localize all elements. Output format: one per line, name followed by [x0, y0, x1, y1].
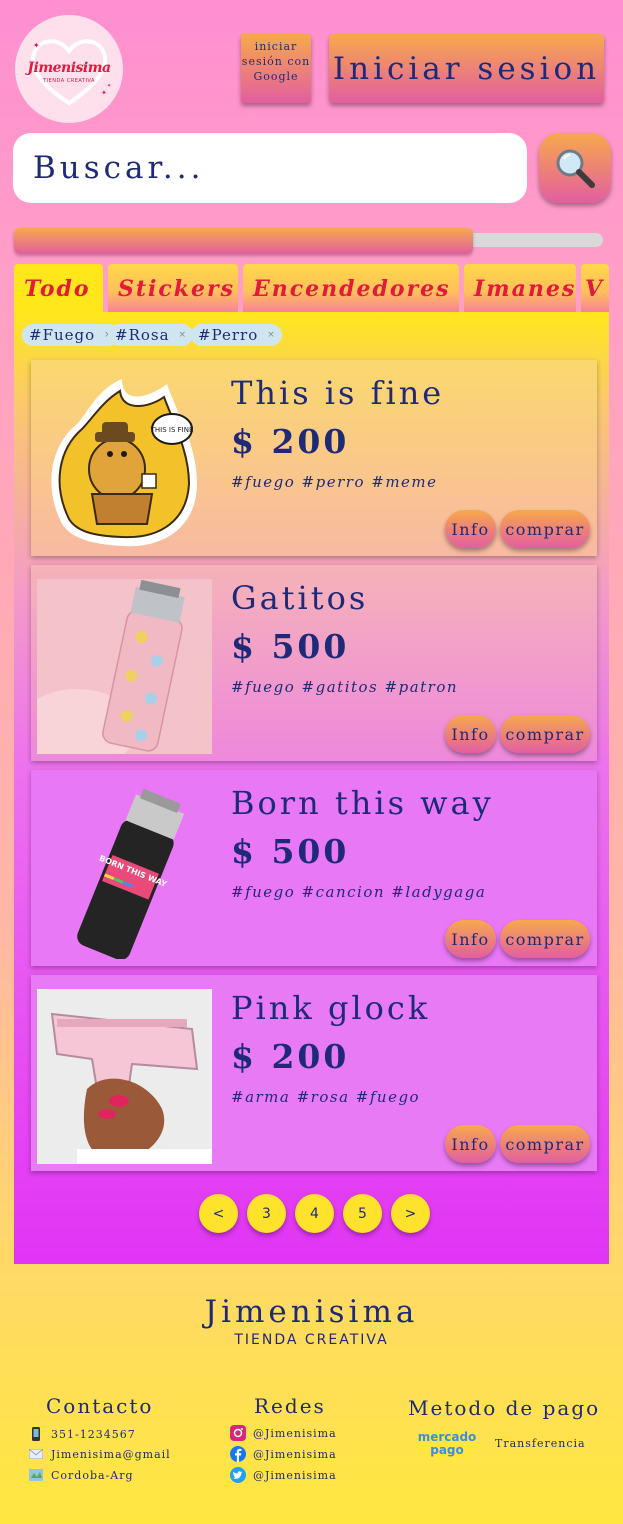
search-button[interactable] — [539, 133, 611, 203]
phone-icon — [28, 1426, 44, 1442]
product-tags: #fuego #cancion #ladygaga — [231, 883, 487, 901]
pagination-next[interactable]: > — [391, 1194, 430, 1233]
buy-button[interactable]: comprar — [500, 715, 590, 753]
product-card: THIS IS FINE This is fine $ 200 #fuego #… — [31, 360, 597, 556]
filter-chip[interactable]: #Rosa × — [108, 324, 194, 346]
tab-todo[interactable]: Todo — [14, 264, 103, 314]
contact-phone-text: 351-1234567 — [51, 1427, 136, 1441]
product-price: $ 500 — [231, 627, 350, 666]
logo-name: Jimenisima — [27, 60, 111, 76]
born-this-way-lighter-image: BORN THIS WAY — [77, 788, 185, 959]
instagram-icon — [230, 1425, 246, 1441]
facebook-icon — [230, 1446, 246, 1462]
payment-title: Metodo de pago — [408, 1396, 601, 1420]
login-button[interactable]: Iniciar sesion — [329, 34, 604, 103]
map-icon — [28, 1467, 44, 1483]
product-image[interactable]: BORN THIS WAY — [37, 784, 212, 959]
contact-phone: 351-1234567 — [28, 1426, 136, 1442]
product-tags: #fuego #gatitos #patron — [231, 678, 459, 696]
contact-email[interactable]: Jimenisima@gmail — [28, 1446, 171, 1462]
contact-location: Cordoba-Arg — [28, 1467, 134, 1483]
social-title: Redes — [254, 1394, 326, 1418]
product-card: Pink glock $ 200 #arma #rosa #fuego Info… — [31, 975, 597, 1171]
product-image[interactable] — [37, 989, 212, 1164]
close-icon[interactable]: × — [267, 330, 276, 340]
store-logo[interactable]: ✦ ✦ ✦ Jimenisima TIENDA CREATIVA — [15, 15, 123, 123]
this-is-fine-sticker-image: THIS IS FINE — [51, 379, 197, 547]
filter-chip-label: #Fuego — [29, 326, 96, 344]
sticker-bubble-text: THIS IS FINE — [150, 426, 194, 434]
magnifier-icon — [556, 149, 595, 188]
info-button[interactable]: Info — [445, 510, 496, 548]
category-tabs: Todo Stickers Encendedores Imanes V — [14, 264, 609, 314]
product-title: This is fine — [231, 374, 445, 412]
tab-imanes[interactable]: Imanes — [464, 264, 576, 314]
product-tags: #fuego #perro #meme — [231, 473, 438, 491]
pink-glock-sticker-image — [37, 989, 212, 1164]
filter-chip-label: #Perro — [198, 326, 259, 344]
product-title: Pink glock — [231, 989, 431, 1027]
search-input[interactable]: Buscar... — [13, 133, 527, 203]
product-card: Gatitos $ 500 #fuego #gatitos #patron In… — [31, 565, 597, 761]
contact-email-text: Jimenisima@gmail — [51, 1447, 171, 1461]
buy-button[interactable]: comprar — [500, 1125, 590, 1163]
pagination-page[interactable]: 3 — [247, 1194, 286, 1233]
product-price: $ 200 — [231, 1037, 350, 1076]
info-button[interactable]: Info — [445, 715, 496, 753]
payment-transfer: Transferencia — [495, 1437, 586, 1450]
info-button[interactable]: Info — [445, 1125, 496, 1163]
twitter-icon — [230, 1467, 246, 1483]
filter-chip[interactable]: #Perro × — [191, 324, 282, 346]
tab-encendedores[interactable]: Encendedores — [243, 264, 459, 314]
tab-overflow[interactable]: V — [581, 264, 609, 314]
product-tags: #arma #rosa #fuego — [231, 1088, 421, 1106]
svg-text:✦: ✦ — [33, 41, 40, 50]
filter-chip[interactable]: #Fuego× — [22, 324, 119, 346]
product-price: $ 500 — [231, 832, 350, 871]
buy-button[interactable]: comprar — [500, 920, 590, 958]
pagination-page[interactable]: 4 — [295, 1194, 334, 1233]
pagination-page[interactable]: 5 — [343, 1194, 382, 1233]
twitter-handle: @Jimenisima — [253, 1468, 337, 1482]
product-title: Gatitos — [231, 579, 369, 617]
filter-chip-label: #Rosa — [115, 326, 170, 344]
footer-subtitle: TIENDA CREATIVA — [234, 1332, 389, 1348]
mail-icon — [28, 1446, 44, 1462]
product-title: Born this way — [231, 784, 494, 822]
footer-brand: Jimenisima — [204, 1294, 419, 1330]
pagination-prev[interactable]: < — [199, 1194, 238, 1233]
product-card: BORN THIS WAY Born this way $ 500 #fuego… — [31, 770, 597, 966]
logo-subtitle: TIENDA CREATIVA — [43, 78, 95, 84]
product-image[interactable] — [37, 579, 212, 754]
social-twitter[interactable]: @Jimenisima — [230, 1467, 337, 1483]
tab-stickers[interactable]: Stickers — [108, 264, 238, 314]
mercado-pago-text: mercado pago — [417, 1430, 477, 1457]
buy-button[interactable]: comprar — [500, 510, 590, 548]
cat-lighter-image — [37, 579, 212, 754]
product-image[interactable]: THIS IS FINE — [37, 374, 212, 549]
contact-location-text: Cordoba-Arg — [51, 1468, 134, 1482]
product-price: $ 200 — [231, 422, 350, 461]
products-panel: #Fuego× #Rosa × #Perro × THIS IS FINE This… — [14, 312, 609, 1264]
close-icon[interactable]: × — [179, 330, 188, 340]
info-button[interactable]: Info — [445, 920, 496, 958]
progress-bar — [14, 228, 603, 254]
google-login-button[interactable]: iniciar sesión con Google — [241, 34, 311, 103]
progress-fill — [14, 228, 473, 254]
mercado-pago-logo: mercado pago — [414, 1429, 480, 1463]
social-facebook[interactable]: @Jimenisima — [230, 1446, 337, 1462]
social-instagram[interactable]: @Jimenisima — [230, 1425, 337, 1441]
facebook-handle: @Jimenisima — [253, 1447, 337, 1461]
instagram-handle: @Jimenisima — [253, 1426, 337, 1440]
svg-text:✦: ✦ — [101, 89, 107, 97]
contact-title: Contacto — [46, 1394, 154, 1418]
